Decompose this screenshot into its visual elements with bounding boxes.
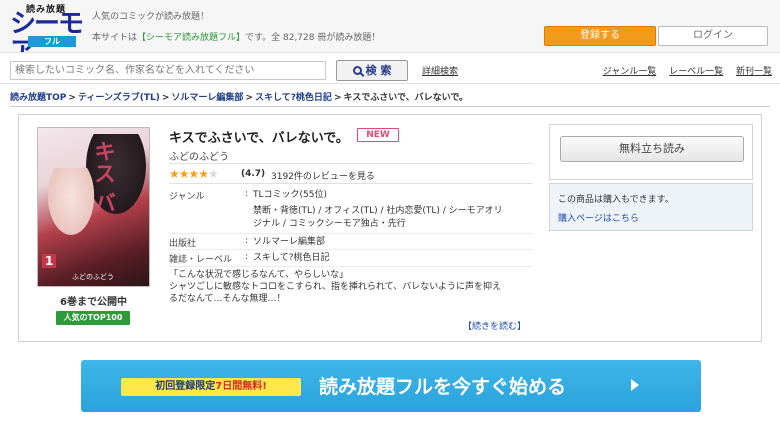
breadcrumb-separator: >	[333, 93, 342, 103]
label-value[interactable]: スキして?桃色日記	[253, 252, 330, 265]
search-icon	[352, 66, 362, 75]
breadcrumb-separator: >	[161, 93, 170, 103]
site-tagline: 人気のコミックが読み放題！	[92, 12, 210, 22]
read-more-link[interactable]: 【続きを読む】	[463, 319, 526, 332]
new-badge: NEW	[357, 128, 399, 142]
purchase-note: この商品は購入もできます。	[558, 195, 674, 205]
login-button[interactable]: ログイン	[658, 26, 768, 46]
publisher-value[interactable]: ソルマーレ編集部	[253, 236, 325, 249]
logo-badge: フル	[28, 36, 76, 47]
breadcrumb-separator: >	[245, 93, 253, 103]
meta-divider	[169, 249, 533, 250]
search-button-label: 検 索	[365, 64, 392, 77]
cover-image[interactable]: キス バ 1 ふどのふどう	[37, 127, 150, 287]
meta-divider	[169, 266, 533, 267]
star-half-icon: ★	[208, 167, 219, 181]
nav-links: ジャンル一覧 レーベル一覧 新刊一覧	[593, 64, 772, 77]
top100-badge: 人気のTOP100	[56, 311, 130, 325]
meta-colon: :	[245, 252, 249, 262]
purchase-panel: この商品は購入もできます。 購入ページはこちら	[549, 183, 753, 231]
publisher-label: 出版社	[169, 239, 197, 249]
search-input[interactable]	[10, 61, 326, 80]
description-line1: 「こんな状況で感じるなんて、やらしいな」	[169, 270, 349, 280]
breadcrumb-item-publisher[interactable]: ソルマーレ編集部	[171, 93, 243, 103]
register-button[interactable]: 登録する	[544, 26, 656, 46]
meta-divider	[169, 233, 533, 234]
genre-tags-line2[interactable]: ジナル / コミックシーモア独占・先行	[253, 218, 406, 231]
search-button[interactable]: 検 索	[336, 60, 408, 81]
breadcrumb-item-genre[interactable]: ティーンズラブ(TL)	[78, 93, 160, 103]
breadcrumb-current: キスでふさいで、バレないで。	[343, 93, 468, 103]
subline-suffix: です。全 82,728 冊が読み放題！	[245, 33, 381, 43]
rating-stars: ★★★★★	[169, 167, 219, 181]
search-bar: 検 索 詳細検索 ジャンル一覧 レーベル一覧 新刊一覧	[0, 52, 780, 84]
description-line3: るだなんて…そんな無理…！	[169, 294, 286, 304]
breadcrumb-item-label[interactable]: スキして?桃色日記	[255, 93, 332, 103]
rating-divider	[169, 183, 533, 184]
meta-colon: :	[245, 236, 249, 246]
breadcrumb-separator: >	[68, 93, 76, 103]
cover-author: ふどのふどう	[72, 273, 114, 281]
banner-text: 読み放題フルを今すぐ始める	[319, 376, 567, 398]
genre-label: ジャンル	[169, 192, 205, 202]
product-description: 「こんな状況で感じるなんて、やらしいな」 シャツごしに敏感なトコロをこすられ、指…	[169, 269, 533, 315]
volumes-available: 6巻まで公開中	[60, 297, 127, 308]
title-divider	[169, 163, 533, 164]
subline-prefix: 本サイトは	[92, 33, 138, 43]
nav-label-list[interactable]: レーベル一覧	[669, 67, 723, 77]
banner-tag-prefix: 初回登録限定	[155, 381, 216, 392]
reviews-link[interactable]: 3192件のレビューを見る	[271, 169, 375, 182]
description-line2: シャツごしに敏感なトコロをこすられ、指を挿れられて、バレないように声を抑え	[169, 282, 502, 292]
breadcrumb-divider	[10, 106, 770, 107]
nav-genre-list[interactable]: ジャンル一覧	[603, 67, 657, 77]
cover-volume-number: 1	[42, 254, 57, 268]
free-trial-button[interactable]: 無料立ち読み	[560, 136, 744, 162]
label-label: 雑誌・レーベル	[169, 255, 233, 265]
advanced-search-link[interactable]: 詳細検索	[422, 64, 458, 77]
nav-new-list[interactable]: 新刊一覧	[736, 67, 772, 77]
genre-tags-line1[interactable]: 禁断・背徳(TL) / オフィス(TL) / 社内恋愛(TL) / シーモアオリ	[253, 205, 503, 218]
star-full-icons: ★★★★	[169, 167, 209, 181]
author-link[interactable]: ふどのふどう	[169, 148, 229, 163]
genre-value[interactable]: TLコミック(55位)	[253, 189, 327, 202]
subline-accent: 【シーモア読み放題フル】	[137, 33, 246, 43]
site-logo[interactable]: 読み放題 シーモア フル	[10, 2, 84, 66]
rating-value: (4.7)	[241, 169, 266, 179]
meta-colon: :	[245, 189, 249, 199]
play-arrow-icon	[631, 379, 639, 391]
breadcrumb: 読み放題TOP > ティーンズラブ(TL) > ソルマーレ編集部 > スキして?桃色日記 > キ…	[10, 90, 468, 103]
site-header: 読み放題 シーモア フル 人気のコミックが読み放題！ 本サイトは【シーモア読み放…	[0, 0, 780, 66]
product-card: キス バ 1 ふどのふどう 6巻まで公開中 人気のTOP100 キスでふさいで、…	[18, 114, 762, 342]
cover-title: キス バ	[90, 140, 115, 214]
banner-tag-highlight: 7日間無料!	[215, 381, 267, 392]
subscribe-banner[interactable]: 初回登録限定7日間無料! 読み放題フルを今すぐ始める	[81, 360, 701, 412]
product-title: キスでふさいで、バレないで。	[169, 131, 349, 146]
banner-tag: 初回登録限定7日間無料!	[121, 378, 301, 396]
trial-panel: 無料立ち読み	[549, 124, 753, 180]
site-subline: 本サイトは【シーモア読み放題フル】です。全 82,728 冊が読み放題！	[92, 30, 380, 43]
breadcrumb-item-top[interactable]: 読み放題TOP	[10, 93, 66, 103]
purchase-link[interactable]: 購入ページはこちら	[558, 211, 639, 224]
